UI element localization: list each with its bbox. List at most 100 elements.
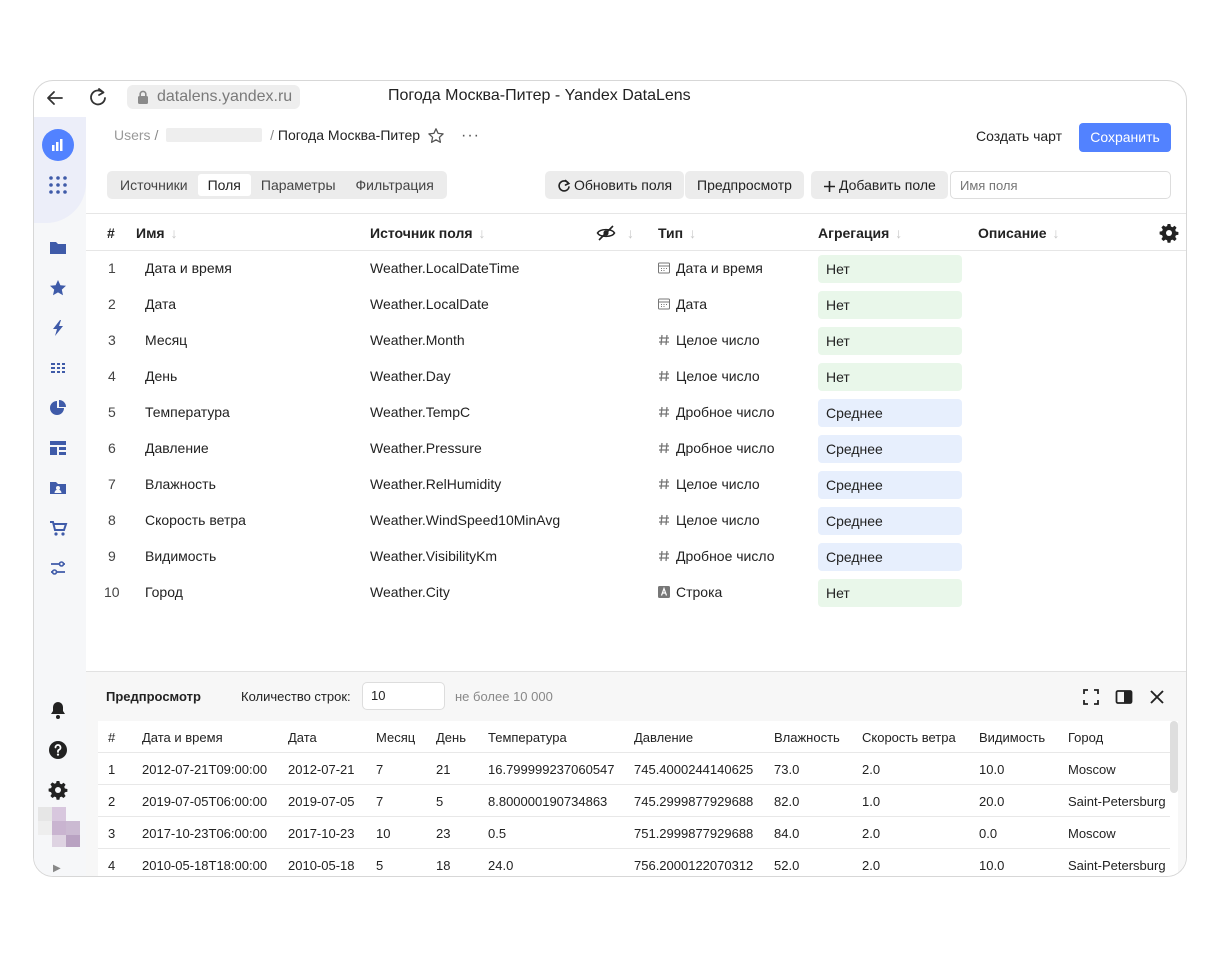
field-aggregation[interactable]: Среднее	[818, 435, 962, 463]
refresh-fields-button[interactable]: Обновить поля	[545, 171, 685, 199]
field-name[interactable]: День	[145, 368, 177, 384]
field-row[interactable]: 1 Дата и время Weather.LocalDateTime Дата и…	[86, 251, 1186, 287]
field-type[interactable]: Дата и время	[658, 260, 763, 276]
field-name[interactable]: Давление	[145, 440, 209, 456]
field-source[interactable]: Weather.Day	[370, 368, 451, 384]
side-panel-icon[interactable]	[1115, 688, 1133, 706]
field-aggregation[interactable]: Нет	[818, 327, 962, 355]
breadcrumb-user-folder[interactable]	[166, 128, 263, 142]
preview-column-header[interactable]: Влажность	[774, 730, 840, 745]
field-aggregation[interactable]: Среднее	[818, 471, 962, 499]
field-row[interactable]: 9 Видимость Weather.VisibilityKm Дробное чи…	[86, 539, 1186, 575]
preview-button[interactable]: Предпросмотр	[685, 171, 804, 199]
preview-column-header[interactable]: Месяц	[376, 730, 415, 745]
field-aggregation[interactable]: Среднее	[818, 507, 962, 535]
field-source[interactable]: Weather.TempC	[370, 404, 470, 420]
field-row[interactable]: 4 День Weather.Day Целое число Нет	[86, 359, 1186, 395]
tab-fields[interactable]: Поля	[197, 174, 251, 196]
col-description-header[interactable]: Описание ↓	[978, 225, 1060, 241]
field-source[interactable]: Weather.City	[370, 584, 450, 600]
field-name[interactable]: Дата и время	[145, 260, 232, 276]
field-source[interactable]: Weather.WindSpeed10MinAvg	[370, 512, 560, 528]
field-source[interactable]: Weather.LocalDate	[370, 296, 489, 312]
field-name[interactable]: Город	[145, 584, 183, 600]
field-name[interactable]: Дата	[145, 296, 176, 312]
back-arrow-icon[interactable]	[45, 88, 65, 108]
save-button[interactable]: Сохранить	[1079, 123, 1171, 152]
field-name[interactable]: Месяц	[145, 332, 187, 348]
col-source-header[interactable]: Источник поля ↓	[370, 225, 486, 241]
bell-icon[interactable]	[48, 700, 68, 720]
field-source[interactable]: Weather.RelHumidity	[370, 476, 501, 492]
field-row[interactable]: 6 Давление Weather.Pressure Дробное число Ср…	[86, 431, 1186, 467]
field-source[interactable]: Weather.Month	[370, 332, 465, 348]
avatar[interactable]	[38, 807, 82, 847]
dataset-icon[interactable]	[48, 358, 68, 378]
connection-bolt-icon[interactable]	[48, 318, 68, 338]
col-name-header[interactable]: Имя ↓	[136, 225, 178, 241]
field-aggregation[interactable]: Среднее	[818, 399, 962, 427]
preview-column-header[interactable]: Температура	[488, 730, 567, 745]
add-field-button[interactable]: Добавить поле	[811, 171, 948, 199]
tab-parameters[interactable]: Параметры	[251, 174, 346, 196]
preview-column-header[interactable]: Дата и время	[142, 730, 223, 745]
col-visibility-sort[interactable]: ↓	[621, 225, 634, 241]
more-options-icon[interactable]: ···	[461, 127, 480, 145]
preview-column-header[interactable]: Дата	[288, 730, 317, 745]
tab-filtration[interactable]: Фильтрация	[346, 174, 444, 196]
shared-folder-icon[interactable]	[48, 478, 68, 498]
star-icon[interactable]	[48, 278, 68, 298]
field-name[interactable]: Температура	[145, 404, 230, 420]
preview-column-header[interactable]: Давление	[634, 730, 693, 745]
field-type[interactable]: Дата	[658, 296, 707, 312]
field-type[interactable]: Дробное число	[658, 548, 775, 564]
field-type[interactable]: Строка	[658, 584, 722, 600]
close-icon[interactable]	[1148, 688, 1166, 706]
settings-sliders-icon[interactable]	[48, 558, 68, 578]
field-type[interactable]: Целое число	[658, 368, 760, 384]
row-count-input[interactable]: 10	[362, 682, 445, 710]
col-type-header[interactable]: Тип ↓	[658, 225, 696, 241]
dashboard-icon[interactable]	[48, 438, 68, 458]
field-row[interactable]: 5 Температура Weather.TempC Дробное число Ср…	[86, 395, 1186, 431]
field-aggregation[interactable]: Среднее	[818, 543, 962, 571]
field-aggregation[interactable]: Нет	[818, 579, 962, 607]
hidden-eye-icon[interactable]	[596, 224, 616, 242]
create-chart-button[interactable]: Создать чарт	[976, 128, 1062, 144]
field-aggregation[interactable]: Нет	[818, 291, 962, 319]
tab-sources[interactable]: Источники	[110, 174, 198, 196]
help-icon[interactable]	[48, 740, 68, 760]
field-source[interactable]: Weather.Pressure	[370, 440, 482, 456]
field-type[interactable]: Целое число	[658, 512, 760, 528]
preview-column-header[interactable]: Город	[1068, 730, 1103, 745]
apps-grid-icon[interactable]	[48, 175, 68, 195]
field-name[interactable]: Влажность	[145, 476, 216, 492]
pie-chart-icon[interactable]	[48, 398, 68, 418]
field-aggregation[interactable]: Нет	[818, 363, 962, 391]
favorite-star-icon[interactable]	[427, 127, 445, 145]
datalens-logo[interactable]	[42, 129, 74, 161]
field-source[interactable]: Weather.LocalDateTime	[370, 260, 519, 276]
preview-column-header[interactable]: День	[436, 730, 466, 745]
gear-icon[interactable]	[48, 780, 68, 800]
breadcrumb-users[interactable]: Users	[114, 127, 151, 143]
field-type[interactable]: Дробное число	[658, 440, 775, 456]
field-row[interactable]: 8 Скорость ветра Weather.WindSpeed10MinAvg…	[86, 503, 1186, 539]
field-row[interactable]: 2 Дата Weather.LocalDate Дата Нет	[86, 287, 1186, 323]
table-settings-gear-icon[interactable]	[1159, 223, 1179, 243]
field-row[interactable]: 3 Месяц Weather.Month Целое число Нет	[86, 323, 1186, 359]
col-aggregation-header[interactable]: Агрегация ↓	[818, 225, 902, 241]
field-name[interactable]: Видимость	[145, 548, 216, 564]
field-aggregation[interactable]: Нет	[818, 255, 962, 283]
field-type[interactable]: Целое число	[658, 332, 760, 348]
field-type[interactable]: Дробное число	[658, 404, 775, 420]
expand-sidebar-icon[interactable]: ▶	[53, 863, 61, 874]
cart-icon[interactable]	[48, 518, 68, 538]
preview-scrollbar[interactable]	[1170, 721, 1178, 793]
reload-icon[interactable]	[88, 87, 108, 107]
fullscreen-icon[interactable]	[1082, 688, 1100, 706]
folder-icon[interactable]	[48, 238, 68, 258]
preview-column-header[interactable]: #	[108, 730, 115, 745]
field-row[interactable]: 10 Город Weather.City Строка Нет	[86, 575, 1186, 611]
field-row[interactable]: 7 Влажность Weather.RelHumidity Целое число…	[86, 467, 1186, 503]
